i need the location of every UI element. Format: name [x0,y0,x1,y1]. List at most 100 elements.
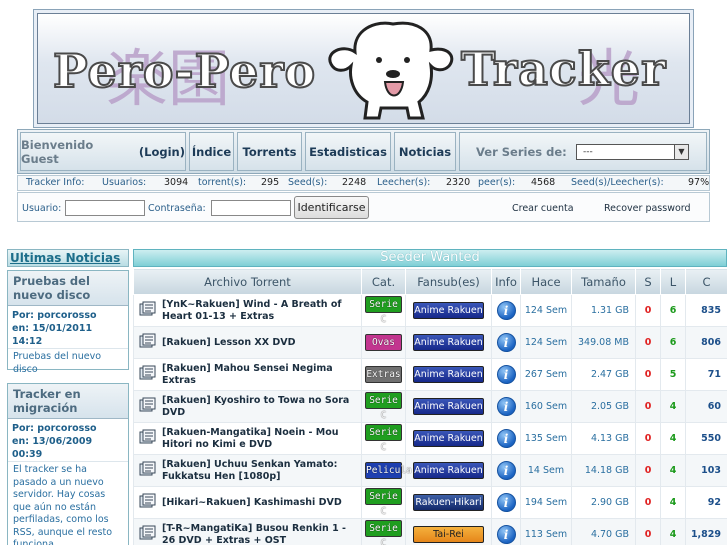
torrent-name-link[interactable]: [Rakuen] Kyoshiro to Towa no Sora DVD [162,395,358,419]
completed-cell[interactable]: 71 [685,358,727,391]
category-badge[interactable]: Serie C [365,296,402,325]
torrent-name-link[interactable]: [Rakuen] Mahou Sensei Negima Extras [162,363,358,387]
recover-password-link[interactable]: Recover password [604,203,691,214]
leechers-cell[interactable]: 4 [660,486,686,519]
login-button[interactable]: Identificarse [294,196,369,219]
torrent-name-cell[interactable]: [T-R~MangatiKa] Busou Renkin 1 - 26 DVD … [133,518,362,545]
chevron-down-icon[interactable]: ▼ [674,145,688,159]
torrent-file-icon[interactable] [138,461,156,481]
info-icon[interactable]: i [496,365,516,384]
torrent-name-cell[interactable]: [Rakuen-Mangatika] Noein - Mou Hitori no… [133,422,362,455]
info-icon[interactable]: i [496,525,516,544]
torrent-file-icon[interactable] [138,365,156,385]
table-row[interactable]: [Hikari~Rakuen] Kashimashi DVD Serie C Rak… [133,486,727,519]
torrent-name-cell[interactable]: [Rakuen] Lesson XX DVD [133,326,362,359]
torrent-name-cell[interactable]: [Rakuen] Kyoshiro to Towa no Sora DVD [133,390,362,423]
create-account-link[interactable]: Crear cuenta [512,203,574,214]
site-banner[interactable]: 楽園 光 Pero-Pero Tracker [33,9,694,128]
fansub-badge[interactable]: Anime Rakuen [413,430,484,447]
col-hace[interactable]: Hace [520,268,572,295]
col-cat[interactable]: Cat. [361,268,406,295]
latest-news-title[interactable]: Ultimas Noticias [7,249,129,267]
table-row[interactable]: [Rakuen] Kyoshiro to Towa no Sora DVD Ser… [133,390,727,423]
torrent-name-link[interactable]: [YnK~Rakuen] Wind - A Breath of Heart 01… [162,299,358,323]
seeders-cell[interactable]: 0 [635,518,661,545]
completed-cell[interactable]: 92 [685,486,727,519]
col-fansub[interactable]: Fansub(es) [405,268,492,295]
completed-cell[interactable]: 806 [685,326,727,359]
info-icon[interactable]: i [496,429,516,448]
fansub-badge[interactable]: Rakuen-Hikari [413,494,484,511]
torrent-name-link[interactable]: [Hikari~Rakuen] Kashimashi DVD [162,497,342,509]
category-badge[interactable]: Serie C [365,520,402,545]
torrent-name-cell[interactable]: [Rakuen] Uchuu Senkan Yamato: Fukkatsu H… [133,454,362,487]
table-row[interactable]: [Rakuen] Lesson XX DVD Ovas Anime Rakuen i 1… [133,326,727,359]
completed-cell[interactable]: 550 [685,422,727,455]
category-badge[interactable]: Serie C [365,392,402,421]
leechers-cell[interactable]: 6 [660,294,686,327]
nav-item-noticias[interactable]: Noticias [394,132,456,171]
torrent-file-icon[interactable] [138,333,156,353]
info-icon[interactable]: i [496,301,516,320]
fansub-badge[interactable]: Anime Rakuen [413,398,484,415]
col-archivo[interactable]: Archivo Torrent [133,268,362,295]
login-link[interactable]: (Login) [139,145,185,159]
seeders-cell[interactable]: 0 [635,454,661,487]
torrent-name-link[interactable]: [Rakuen] Lesson XX DVD [162,337,296,349]
series-select[interactable]: --- ▼ [576,144,689,160]
table-row[interactable]: [Rakuen-Mangatika] Noein - Mou Hitori no… [133,422,727,455]
torrent-file-icon[interactable] [138,525,156,545]
info-icon[interactable]: i [496,397,516,416]
col-tamano[interactable]: Tamaño [571,268,636,295]
leechers-cell[interactable]: 5 [660,358,686,391]
seeders-cell[interactable]: 0 [635,294,661,327]
seeders-cell[interactable]: 0 [635,486,661,519]
torrent-name-link[interactable]: [T-R~MangatiKa] Busou Renkin 1 - 26 DVD … [162,523,358,545]
table-row[interactable]: [YnK~Rakuen] Wind - A Breath of Heart 01… [133,294,727,327]
category-badge[interactable]: Ovas [365,334,402,351]
password-input[interactable] [211,200,291,216]
table-row[interactable]: [Rakuen] Uchuu Senkan Yamato: Fukkatsu H… [133,454,727,487]
table-row[interactable]: [Rakuen] Mahou Sensei Negima Extras Extra… [133,358,727,391]
fansub-badge[interactable]: Anime Rakuen [413,334,484,351]
torrent-name-cell[interactable]: [Rakuen] Mahou Sensei Negima Extras [133,358,362,391]
username-input[interactable] [65,200,145,216]
seeders-cell[interactable]: 0 [635,422,661,455]
info-icon[interactable]: i [496,461,516,480]
seeders-cell[interactable]: 0 [635,358,661,391]
completed-cell[interactable]: 835 [685,294,727,327]
torrent-file-icon[interactable] [138,397,156,417]
seeders-cell[interactable]: 0 [635,326,661,359]
leechers-cell[interactable]: 4 [660,518,686,545]
col-seeds[interactable]: S [635,268,661,295]
torrent-file-icon[interactable] [138,301,156,321]
torrent-file-icon[interactable] [138,429,156,449]
category-badge[interactable]: Serie C [365,488,402,517]
info-icon[interactable]: i [496,493,516,512]
leechers-cell[interactable]: 4 [660,454,686,487]
leechers-cell[interactable]: 6 [660,326,686,359]
fansub-badge[interactable]: Anime Rakuen [413,302,484,319]
torrent-name-link[interactable]: [Rakuen] Uchuu Senkan Yamato: Fukkatsu H… [162,459,358,483]
nav-item-estadisticas[interactable]: Estadisticas [305,132,391,171]
table-row[interactable]: [T-R~MangatiKa] Busou Renkin 1 - 26 DVD … [133,518,727,545]
leechers-cell[interactable]: 4 [660,390,686,423]
torrent-name-link[interactable]: [Rakuen-Mangatika] Noein - Mou Hitori no… [162,427,358,451]
category-badge[interactable]: Serie C [365,424,402,453]
news-title[interactable]: Tracker en migración [8,384,128,419]
leechers-cell[interactable]: 4 [660,422,686,455]
col-completed[interactable]: C [685,268,727,295]
nav-item-torrents[interactable]: Torrents [237,132,302,171]
col-leechers[interactable]: L [660,268,686,295]
torrent-file-icon[interactable] [138,493,156,513]
category-badge[interactable]: Pelicula [365,462,412,479]
completed-cell[interactable]: 60 [685,390,727,423]
torrent-name-cell[interactable]: [Hikari~Rakuen] Kashimashi DVD [133,486,362,519]
completed-cell[interactable]: 1,829 [685,518,727,545]
completed-cell[interactable]: 103 [685,454,727,487]
fansub-badge[interactable]: Tai-Rei [413,526,484,543]
fansub-badge[interactable]: Anime Rakuen [413,462,484,479]
torrent-name-cell[interactable]: [YnK~Rakuen] Wind - A Breath of Heart 01… [133,294,362,327]
seeders-cell[interactable]: 0 [635,390,661,423]
category-badge[interactable]: Extras [365,366,402,383]
